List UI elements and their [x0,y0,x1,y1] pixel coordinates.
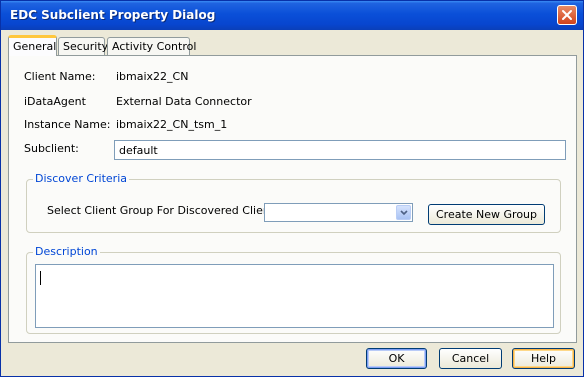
tab-activity-control[interactable]: Activity Control [107,37,196,55]
title-bar[interactable]: EDC Subclient Property Dialog [1,1,583,30]
chevron-down-icon [400,210,408,216]
description-textarea[interactable] [35,264,554,328]
tab-general[interactable]: General [8,35,57,56]
general-panel: Client Name: ibmaix22_CN iDataAgent Exte… [8,55,577,343]
client-group-select[interactable] [264,203,413,222]
discover-criteria-title: Discover Criteria [33,172,129,185]
cancel-button[interactable]: Cancel [439,348,502,369]
close-button[interactable] [557,5,577,25]
instance-name-label: Instance Name: [24,118,111,131]
idataagent-value: External Data Connector [116,95,252,108]
discover-criteria-group: Discover Criteria Select Client Group Fo… [26,172,561,233]
client-name-value: ibmaix22_CN [116,70,189,83]
description-title: Description [33,245,100,258]
create-new-group-button[interactable]: Create New Group [428,204,545,225]
close-icon [562,10,572,20]
client-name-label: Client Name: [24,70,96,83]
window-title: EDC Subclient Property Dialog [10,8,216,22]
client-group-label: Select Client Group For Discovered Clien… [47,204,280,217]
dropdown-button[interactable] [396,205,411,220]
text-caret [40,271,41,285]
instance-name-value: ibmaix22_CN_tsm_1 [116,118,228,131]
dialog-window: EDC Subclient Property Dialog General Se… [0,0,584,377]
tab-security[interactable]: Security [58,37,108,55]
description-group: Description [26,245,561,334]
help-button[interactable]: Help [512,348,575,369]
ok-button[interactable]: OK [366,348,427,369]
subclient-input[interactable] [114,140,566,160]
idataagent-label: iDataAgent [24,95,86,108]
subclient-label: Subclient: [24,142,79,155]
